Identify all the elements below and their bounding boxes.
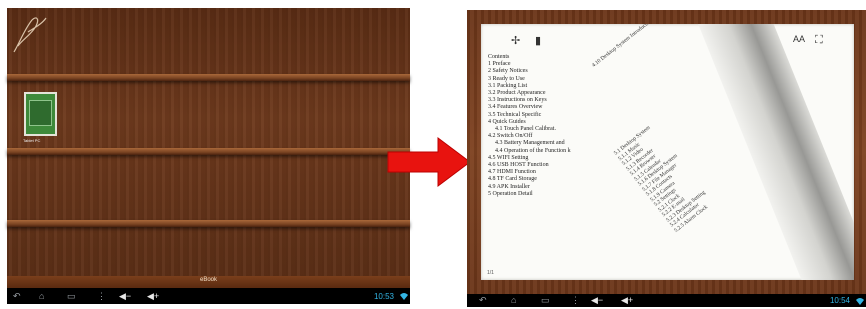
toc-rotated-heading: 4.10 Desktop System Introduction (Androi… [591,24,673,69]
page-curl[interactable] [686,24,854,280]
ebook-title[interactable]: Tablet PC [23,138,63,143]
bookshelf-screen: Tablet PC eBook ↶ ⌂ ▭ ⋮ ◀− ◀+ 10:53 [7,8,410,304]
toc-rotated-list: 5.1 Desktop System 5.1.1 Music 5.1.2 Vid… [613,122,715,234]
toc-line[interactable]: 4.10 Desktop System Introduction (Androi… [591,24,673,69]
toc-line[interactable]: 4.4 Operation of the Function k [488,148,571,155]
bookshelf: Tablet PC [7,8,410,284]
shelf-plank [7,220,410,227]
toc-line[interactable]: 3 Ready to Use [488,76,571,83]
fullscreen-icon[interactable]: ⛶ [815,34,823,47]
volume-down-icon[interactable]: ◀− [119,291,131,301]
home-icon[interactable]: ⌂ [39,291,44,301]
shelf-plank [7,148,410,155]
volume-up-icon[interactable]: ◀+ [147,291,159,301]
wifi-icon [856,298,864,305]
toc-line[interactable]: 4.5 WIFI Setting [488,155,571,162]
system-status-bar: ↶ ⌂ ▭ ⋮ ◀− ◀+ 10:54 [467,294,866,307]
recent-apps-icon[interactable]: ▭ [67,291,76,301]
ebook-page[interactable]: ✢ ▮ AA ⛶ Contents 1 Preface 2 Safety Not… [481,24,854,280]
library-tab-label[interactable]: eBook [7,277,410,283]
back-icon[interactable]: ↶ [13,291,21,301]
table-of-contents: Contents 1 Preface 2 Safety Notices 3 Re… [488,54,571,198]
menu-icon[interactable]: ⋮ [571,295,580,305]
toc-line[interactable]: 5 Operation Detail [488,191,571,198]
volume-up-icon[interactable]: ◀+ [621,295,633,305]
toc-line[interactable]: 3.1 Packing List [488,83,571,90]
toc-line[interactable]: 3.2 Product Appearance [488,90,571,97]
status-clock: 10:53 [373,292,394,301]
shelf-plank [7,74,410,81]
library-bottom-bar: eBook [7,276,410,288]
toc-line[interactable]: 2 Safety Notices [488,68,571,75]
back-icon[interactable]: ↶ [479,295,487,305]
toc-line[interactable]: 4.9 APK Installer [488,184,571,191]
home-icon[interactable]: ⌂ [511,295,516,305]
toc-line[interactable]: 3.5 Technical Specific [488,112,571,119]
reader-frame: ✢ ▮ AA ⛶ Contents 1 Preface 2 Safety Not… [467,10,866,294]
toc-line[interactable]: 4.3 Battery Management and [488,140,571,147]
toc-line[interactable]: 4.2 Switch On/Off [488,133,571,140]
page-number: 1/1 [487,270,494,276]
ebook-cover[interactable] [24,92,57,136]
volume-down-icon[interactable]: ◀− [591,295,603,305]
font-size-button[interactable]: AA [793,34,805,44]
settings-icon[interactable]: ✢ [511,34,520,47]
signature-logo [13,17,47,53]
toc-line[interactable]: 3.3 Instructions on Keys [488,97,571,104]
red-arrow-icon [387,137,471,187]
bookmark-icon[interactable]: ▮ [535,34,541,47]
recent-apps-icon[interactable]: ▭ [541,295,550,305]
toc-line[interactable]: 4.7 HDMI Function [488,169,571,176]
status-clock: 10:54 [829,296,850,305]
wifi-icon [400,293,408,300]
menu-icon[interactable]: ⋮ [97,291,106,301]
system-status-bar: ↶ ⌂ ▭ ⋮ ◀− ◀+ 10:53 [7,288,410,304]
toc-line[interactable]: 3.4 Features Overview [488,104,571,111]
toc-line[interactable]: 4.6 USB HOST Function [488,162,571,169]
toc-line[interactable]: 4.8 TF Card Storage [488,176,571,183]
reader-screen: ✢ ▮ AA ⛶ Contents 1 Preface 2 Safety Not… [467,10,866,307]
toc-line[interactable]: 4 Quick Guides [488,119,571,126]
